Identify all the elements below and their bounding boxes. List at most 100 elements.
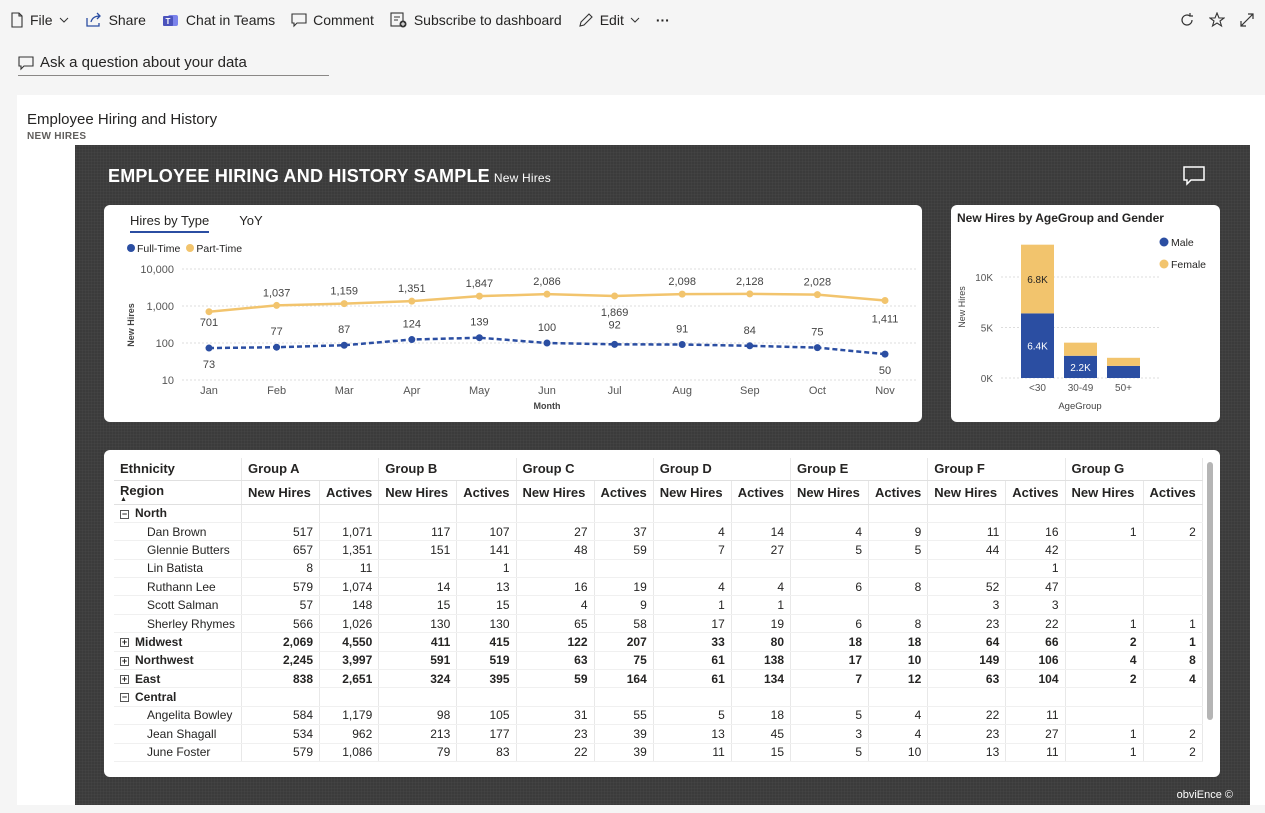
row-label: Angelita Bowley [114,706,243,726]
table-cell: 63 [927,669,1007,689]
tab-hires-by-type[interactable]: Hires by Type [130,213,210,233]
data-point [475,334,483,342]
region-row: − North [114,504,1203,523]
table-row: Sherley Rhymes 566 1,026 130 130 65 58 17 19 6 8 23… [114,614,1203,634]
measure-header[interactable]: New Hires [927,480,1007,505]
expand-icon[interactable]: + [120,638,129,648]
data-point [746,290,754,298]
group-header[interactable]: Group B [378,458,517,481]
favorite-icon[interactable] [1209,12,1225,28]
measure-header[interactable]: New Hires [790,480,870,505]
measure-header[interactable]: New Hires [378,480,458,505]
subscribe-icon [390,12,407,28]
measure-header[interactable]: Actives [1005,480,1066,505]
measure-header[interactable]: New Hires [516,480,595,505]
refresh-icon[interactable] [1179,12,1195,28]
table-cell: 1,074 [319,577,380,597]
x-tick-label: Jan [200,385,218,397]
table-cell: 75 [594,651,654,671]
table-cell [731,504,792,523]
table-cell [241,504,321,523]
more-options-button[interactable]: ··· [656,12,670,28]
measure-header[interactable]: Actives [1143,480,1203,505]
table-cell: 117 [378,522,458,542]
table-cell: 18 [790,632,870,652]
group-header[interactable]: Group F [927,458,1066,481]
measure-header[interactable]: Actives [594,480,654,505]
table-cell: 23 [927,614,1007,634]
share-button[interactable]: Share [85,12,146,28]
table-cell: 213 [378,724,458,744]
subscribe-button[interactable]: Subscribe to dashboard [390,12,562,28]
measure-header[interactable]: Actives [868,480,929,505]
table-row: Ruthann Lee 579 1,074 14 13 16 19 4 4 6 8 52 47 [114,577,1203,597]
table-cell: 58 [594,614,654,634]
comment-button[interactable]: Comment [291,12,374,28]
chat-in-teams-button[interactable]: T Chat in Teams [162,12,275,28]
table-cell: 16 [516,577,595,597]
measure-header[interactable]: Actives [731,480,792,505]
table-cell: 6 [790,614,870,634]
file-menu[interactable]: File [10,12,69,28]
table-scrollbar[interactable] [1207,462,1213,720]
qa-input[interactable]: Ask a question about your data [18,50,329,76]
expand-icon[interactable]: + [120,656,129,666]
comment-icon[interactable] [1183,166,1205,186]
table-cell: 61 [653,651,732,671]
data-point [813,291,821,299]
table-cell: 57 [241,595,321,615]
x-tick-label: Aug [672,385,692,397]
table-cell: 27 [1005,724,1066,744]
region-header[interactable]: Region ▲ [114,480,243,505]
group-header[interactable]: Group D [653,458,792,481]
table-cell: 47 [1005,577,1066,597]
table-cell [319,687,380,707]
measure-header[interactable]: New Hires [653,480,732,505]
table-cell [516,504,595,523]
expand-icon[interactable] [1239,12,1255,28]
region-row: − Central [114,687,1203,707]
table-cell [1143,687,1203,707]
measure-header[interactable]: Actives [319,480,380,505]
table-cell: 11 [1005,706,1066,726]
data-label: 124 [403,319,421,331]
group-header[interactable]: Group G [1065,458,1203,481]
table-cell [653,687,732,707]
expand-icon[interactable]: + [120,675,129,685]
table-cell: 395 [456,669,517,689]
table-cell: 141 [456,540,517,560]
edit-menu[interactable]: Edit [578,12,640,28]
file-label: File [30,12,53,28]
table-cell: 6 [790,577,870,597]
y-tick-label: 5K [981,324,994,335]
data-label: 1,847 [466,278,494,290]
table-cell: 13 [927,743,1007,762]
file-icon [11,12,23,28]
table-cell [1065,504,1144,523]
tab-yoy[interactable]: YoY [239,213,262,233]
table-cell: 2 [1143,743,1203,762]
table-cell: 17 [653,614,732,634]
table-cell: 18 [868,632,929,652]
measure-header[interactable]: New Hires [1065,480,1144,505]
data-point [543,290,551,298]
legend-part-time[interactable]: Part-Time [186,243,242,255]
legend-full-time[interactable]: Full-Time [127,243,180,255]
data-point [340,300,348,308]
table-cell: 4 [868,706,929,726]
group-header[interactable]: Group E [790,458,929,481]
collapse-icon[interactable]: − [120,509,129,519]
table-cell: 52 [927,577,1007,597]
table-cell: 55 [594,706,654,726]
table-cell [1065,559,1144,579]
table-cell: 107 [456,522,517,542]
group-header[interactable]: Group C [516,458,654,481]
measure-header[interactable]: New Hires [241,480,321,505]
table-cell: 15 [378,595,458,615]
x-axis-title: AgeGroup [1058,401,1101,412]
table-cell: 98 [378,706,458,726]
group-header[interactable]: Group A [241,458,380,481]
collapse-icon[interactable]: − [120,693,129,703]
measure-header[interactable]: Actives [456,480,517,505]
data-label: 1,037 [263,287,291,299]
